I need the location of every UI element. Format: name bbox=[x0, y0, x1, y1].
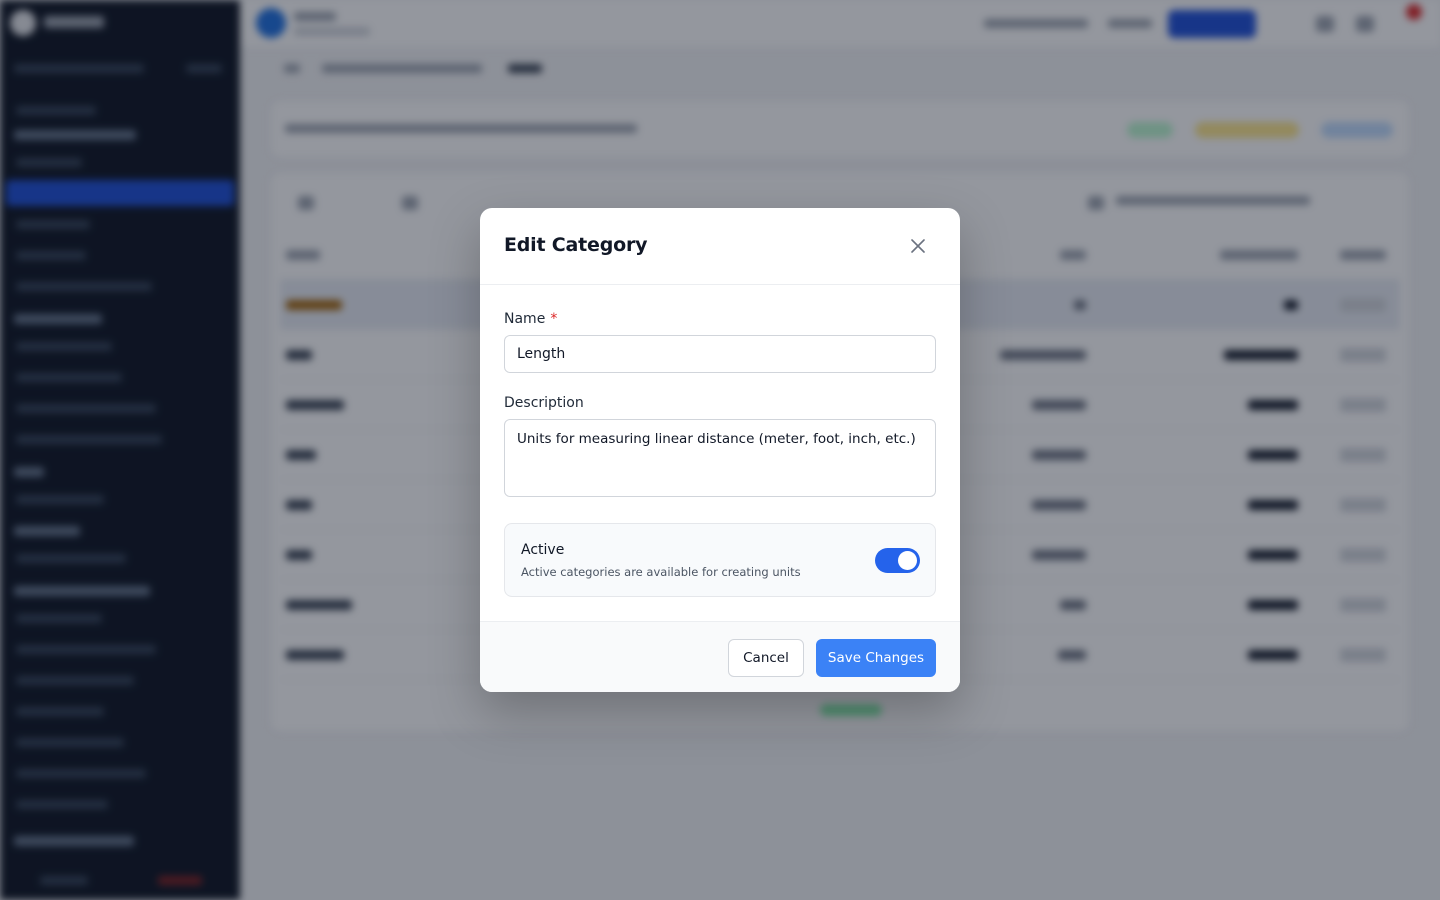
dialog-header: Edit Category bbox=[480, 208, 960, 285]
active-setting-box: Active Active categories are available f… bbox=[504, 523, 936, 597]
dialog-footer: Cancel Save Changes bbox=[480, 621, 960, 692]
description-field-label: Description bbox=[504, 395, 584, 411]
active-toggle[interactable] bbox=[875, 548, 920, 573]
toggle-knob bbox=[898, 551, 917, 570]
save-changes-button[interactable]: Save Changes bbox=[816, 639, 936, 677]
cancel-button[interactable]: Cancel bbox=[728, 639, 804, 677]
description-textarea[interactable]: Units for measuring linear distance (met… bbox=[504, 419, 936, 497]
name-field-label: Name * bbox=[504, 311, 557, 327]
name-label-text: Name bbox=[504, 311, 546, 327]
active-description: Active categories are available for crea… bbox=[521, 565, 801, 579]
name-input[interactable] bbox=[504, 335, 936, 373]
active-label: Active bbox=[521, 542, 565, 558]
close-button[interactable] bbox=[904, 232, 932, 260]
edit-category-dialog: Edit Category Name* Description Units fo… bbox=[480, 208, 960, 692]
dialog-title: Edit Category bbox=[504, 234, 648, 256]
required-marker: * bbox=[550, 311, 558, 327]
close-icon bbox=[911, 239, 925, 253]
